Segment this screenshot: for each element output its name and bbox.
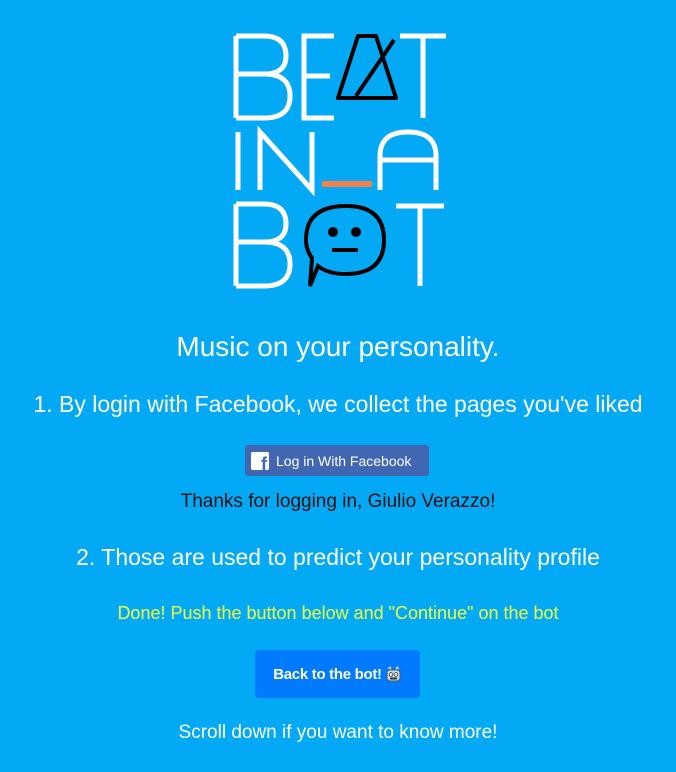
scroll-hint: Scroll down if you want to know more! (178, 722, 498, 743)
step-1-text: 1. By login with Facebook, we collect th… (33, 391, 643, 417)
thanks-message: Thanks for logging in, Giulio Verazzo! (180, 491, 496, 512)
facebook-login-button[interactable]: f Log in With Facebook (245, 445, 429, 476)
facebook-icon: f (251, 451, 269, 473)
done-message: Done! Push the button below and "Continu… (117, 603, 559, 623)
back-to-bot-button[interactable]: Back to the bot! (255, 650, 420, 698)
robot-emoji-icon (385, 665, 402, 683)
facebook-login-label: Log in With Facebook (276, 452, 412, 469)
tagline: Music on your personality. (176, 331, 500, 362)
step-2-text: 2. Those are used to predict your person… (76, 544, 600, 570)
back-to-bot-label: Back to the bot! (273, 665, 382, 683)
beat-in-a-bot-logo (226, 28, 452, 292)
